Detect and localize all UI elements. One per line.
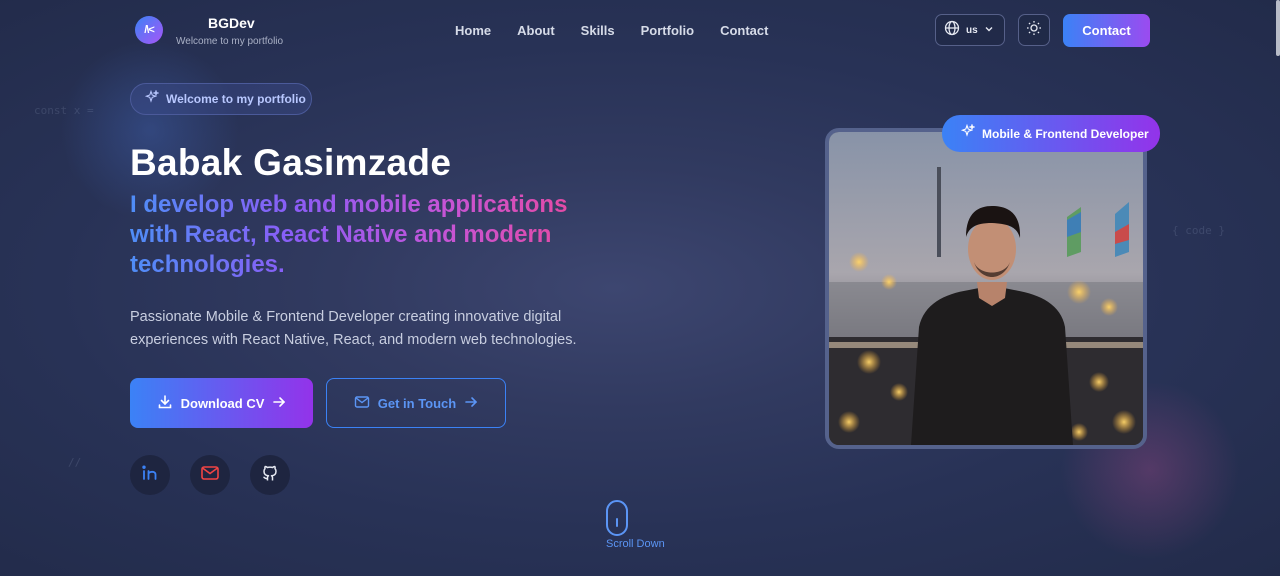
- role-badge-label: Mobile & Frontend Developer: [982, 126, 1149, 141]
- arrow-right-icon: [272, 395, 286, 412]
- email-button[interactable]: [190, 455, 230, 495]
- role-badge: Mobile & Frontend Developer: [942, 115, 1160, 152]
- background-code-snippet: { code }: [1172, 224, 1225, 237]
- hero-description: Passionate Mobile & Frontend Developer c…: [130, 309, 577, 348]
- profile-photo: [825, 128, 1147, 449]
- github-button[interactable]: [250, 455, 290, 495]
- welcome-badge-label: Welcome to my portfolio: [166, 92, 306, 106]
- scroll-down-label[interactable]: Scroll Down: [606, 538, 665, 550]
- background-code-snippet: //: [68, 456, 82, 469]
- nav-link-contact[interactable]: Contact: [720, 23, 768, 38]
- brand-logo[interactable]: /\<: [135, 16, 163, 44]
- download-cv-button[interactable]: Download CV: [130, 378, 313, 428]
- theme-toggle-button[interactable]: [1018, 14, 1050, 46]
- hero-name: Babak Gasimzade: [130, 142, 452, 183]
- hero-tagline: I develop web and mobile applications wi…: [130, 190, 600, 280]
- mouse-wheel-indicator: [616, 518, 618, 527]
- download-cv-label: Download CV: [180, 395, 265, 411]
- nav-link-home[interactable]: Home: [455, 23, 491, 38]
- sun-icon: [1026, 20, 1042, 41]
- background-code-snippet: const x =: [34, 104, 94, 117]
- chevron-down-icon: [984, 21, 994, 39]
- get-in-touch-label: Get in Touch: [377, 395, 457, 411]
- brand-logo-glyph: /\<: [144, 24, 155, 36]
- mail-icon: [200, 463, 220, 488]
- welcome-badge: Welcome to my portfolio: [130, 83, 312, 115]
- download-icon: [157, 394, 173, 413]
- sparkles-icon: [144, 88, 160, 109]
- nav-link-skills[interactable]: Skills: [581, 23, 615, 38]
- nav-link-about[interactable]: About: [517, 23, 555, 38]
- language-selector[interactable]: us: [935, 14, 1005, 46]
- arrow-right-icon: [464, 395, 478, 412]
- mail-icon: [354, 394, 370, 413]
- github-icon: [260, 463, 280, 488]
- navbar: /\< BGDev Welcome to my portfolio Home A…: [0, 0, 1280, 62]
- nav-link-portfolio[interactable]: Portfolio: [641, 23, 694, 38]
- sparkles-icon: [960, 123, 976, 143]
- linkedin-icon: [140, 463, 160, 488]
- brand-name[interactable]: BGDev: [208, 15, 255, 31]
- contact-button[interactable]: Contact: [1063, 14, 1150, 47]
- main-menu: Home About Skills Portfolio Contact: [455, 23, 768, 38]
- scroll-down-mouse-icon[interactable]: [606, 500, 628, 536]
- globe-icon: [944, 20, 960, 41]
- brand-subtitle: Welcome to my portfolio: [176, 36, 284, 47]
- get-in-touch-button[interactable]: Get in Touch: [326, 378, 506, 428]
- linkedin-button[interactable]: [130, 455, 170, 495]
- language-code: us: [966, 24, 978, 36]
